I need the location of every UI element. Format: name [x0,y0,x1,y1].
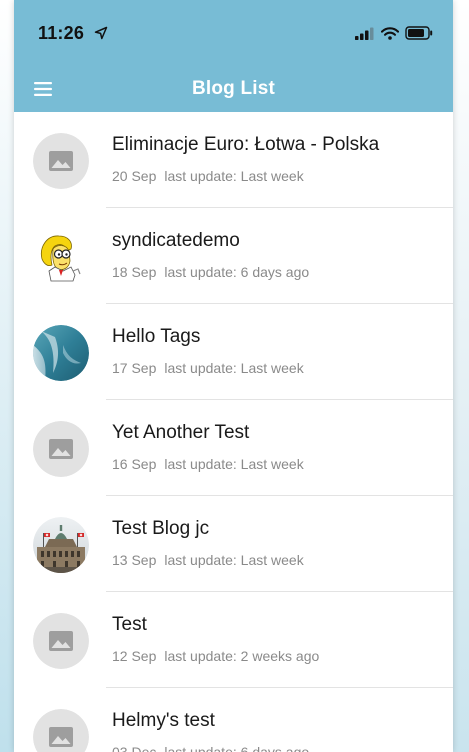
menu-button[interactable] [28,74,58,104]
last-update-value: Last week [240,168,304,184]
background-edge-right [453,0,469,752]
blog-list-item[interactable]: syndicatedemo 18 Sep last update: 6 days … [14,208,453,304]
blog-list-item[interactable]: Test 12 Sep last update: 2 weeks ago [14,592,453,688]
blog-meta: 16 Sep last update: Last week [112,456,304,472]
blog-date: 03 Dec [112,744,157,752]
cartoon-character-avatar [33,229,89,285]
placeholder-image-icon [33,709,89,752]
blog-meta: 18 Sep last update: 6 days ago [112,264,309,280]
last-update-value: 6 days ago [240,744,310,752]
placeholder-image-icon [33,133,89,189]
last-update-label: last update: [164,744,237,752]
placeholder-image-icon [33,613,89,669]
last-update-label: last update: [164,168,237,184]
ocean-photo-avatar [33,325,89,381]
blog-meta: 03 Dec last update: 6 days ago [112,744,309,752]
wifi-icon [381,26,399,40]
blog-title: syndicatedemo [112,230,240,251]
blog-date: 16 Sep [112,456,157,472]
blog-list-item[interactable]: Yet Another Test 16 Sep last update: Last… [14,400,453,496]
signal-icon [355,27,374,40]
blog-title: Eliminacje Euro: Łotwa - Polska [112,134,380,155]
battery-icon [405,26,433,40]
blog-date: 20 Sep [112,168,157,184]
last-update-value: 6 days ago [240,264,310,280]
blog-meta: 20 Sep last update: Last week [112,168,304,184]
blog-title: Test Blog jc [112,518,210,539]
background-edge-left [0,0,14,752]
last-update-value: Last week [240,360,304,376]
app-window: 11:26 Blog List Eliminacje Euro: Łotwa -… [14,0,453,752]
status-icons [355,25,433,41]
blog-title: Yet Another Test [112,422,250,443]
last-update-label: last update: [164,360,237,376]
last-update-label: last update: [164,648,237,664]
blog-title: Hello Tags [112,326,201,347]
blog-meta: 17 Sep last update: Last week [112,360,304,376]
blog-date: 17 Sep [112,360,157,376]
blog-list-item[interactable]: Helmy's test 03 Dec last update: 6 days a… [14,688,453,752]
blog-title: Helmy's test [112,710,215,731]
location-arrow-icon [94,26,108,40]
last-update-label: last update: [164,264,237,280]
status-bar: 11:26 [14,0,453,66]
blog-date: 13 Sep [112,552,157,568]
last-update-label: last update: [164,552,237,568]
page-title: Blog List [191,78,276,99]
blog-list-item[interactable]: Hello Tags 17 Sep last update: Last week [14,304,453,400]
blog-list: Eliminacje Euro: Łotwa - Polska 20 Sep la… [14,112,453,752]
blog-list-item[interactable]: Test Blog jc 13 Sep last update: Last wee… [14,496,453,592]
last-update-value: Last week [240,552,304,568]
last-update-label: last update: [164,456,237,472]
blog-meta: 12 Sep last update: 2 weeks ago [112,648,319,664]
placeholder-image-icon [33,421,89,477]
blog-date: 12 Sep [112,648,157,664]
blog-title: Test [112,614,147,635]
blog-date: 18 Sep [112,264,157,280]
building-photo-avatar [33,517,89,573]
last-update-value: 2 weeks ago [240,648,320,664]
blog-list-item[interactable]: Eliminacje Euro: Łotwa - Polska 20 Sep la… [14,112,453,208]
status-time: 11:26 [38,23,85,43]
last-update-value: Last week [240,456,304,472]
screen: 11:26 Blog List Eliminacje Euro: Łotwa -… [0,0,469,752]
hamburger-menu-icon [34,82,52,96]
blog-meta: 13 Sep last update: Last week [112,552,304,568]
navigation-bar: Blog List [14,66,453,112]
